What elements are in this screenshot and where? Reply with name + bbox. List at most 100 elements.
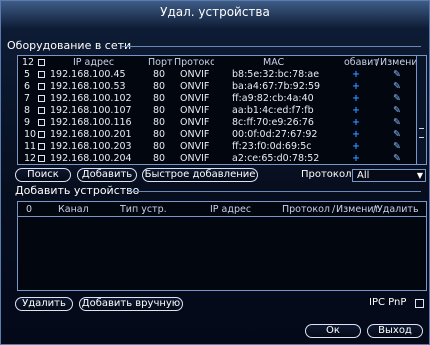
- added-section-label: Добавить устройство: [15, 184, 140, 197]
- row-port: 80: [153, 69, 166, 80]
- plus-icon[interactable]: +: [352, 81, 360, 92]
- table-header: 0 Канал Тип устр. IP адрес Протокол / Из…: [18, 204, 423, 215]
- row-checkbox[interactable]: [38, 155, 45, 162]
- col-port: Порт: [148, 57, 173, 68]
- row-checkbox[interactable]: [38, 95, 45, 102]
- col-ip: IP адрес: [210, 204, 252, 215]
- plus-icon[interactable]: +: [352, 105, 360, 116]
- added-count: 0: [26, 204, 33, 215]
- row-number: 12: [24, 153, 37, 164]
- row-ip: 192.168.100.53: [50, 81, 126, 92]
- pencil-icon[interactable]: ✎: [393, 153, 401, 164]
- row-mac: 8c:ff:70:e9:26:76: [232, 117, 314, 128]
- add-button[interactable]: Добавить: [77, 168, 137, 182]
- row-protocol: ONVIF: [180, 153, 210, 164]
- plus-icon[interactable]: +: [352, 69, 360, 80]
- row-ip: 192.168.100.102: [50, 93, 132, 104]
- device-count: 12: [22, 57, 35, 68]
- row-protocol: ONVIF: [180, 81, 210, 92]
- col-device-type: Тип устр.: [120, 204, 167, 215]
- row-ip: 192.168.100.45: [50, 69, 126, 80]
- ipc-pnp-label: IPC PnP: [369, 297, 407, 308]
- row-checkbox[interactable]: [38, 83, 45, 90]
- row-number: 6: [24, 81, 31, 92]
- select-all-checkbox[interactable]: [38, 59, 45, 66]
- col-ip: IP адрес: [73, 57, 115, 68]
- plus-icon[interactable]: +: [352, 93, 360, 104]
- col-mac: MAC: [263, 57, 285, 68]
- table-scrollbar[interactable]: [416, 56, 426, 164]
- row-number: 7: [24, 93, 31, 104]
- table-row[interactable]: 9 192.168.100.116 80 ONVIF 8c:ff:70:e9:26:76…: [18, 117, 418, 128]
- row-checkbox[interactable]: [38, 131, 45, 138]
- col-channel: Канал: [58, 204, 89, 215]
- scroll-thumb[interactable]: [419, 128, 424, 138]
- manual-add-button[interactable]: Добавить вручную: [79, 297, 183, 311]
- pencil-icon[interactable]: ✎: [393, 129, 401, 140]
- plus-icon[interactable]: +: [352, 117, 360, 128]
- row-checkbox[interactable]: [38, 143, 45, 150]
- divider: [121, 46, 421, 47]
- col-add: обавит: [344, 57, 379, 68]
- table-header: 12 IP адрес Порт Протокол MAC обавит / И…: [18, 57, 423, 68]
- quick-add-button[interactable]: Быстрое добавление: [142, 168, 258, 182]
- network-section-label: Оборудование в сети: [7, 39, 132, 52]
- row-port: 80: [153, 129, 166, 140]
- pencil-icon[interactable]: ✎: [393, 81, 401, 92]
- ipc-pnp-checkbox[interactable]: [415, 299, 424, 308]
- protocol-select-value: All: [357, 170, 370, 181]
- row-checkbox[interactable]: [38, 119, 45, 126]
- row-port: 80: [153, 117, 166, 128]
- pencil-icon[interactable]: ✎: [393, 93, 401, 104]
- table-row[interactable]: 12 192.168.100.204 80 ONVIF a2:ce:65:d0:78:5…: [18, 153, 418, 164]
- row-number: 9: [24, 117, 31, 128]
- ok-button[interactable]: Ок: [305, 324, 361, 338]
- col-protocol: Протокол: [282, 204, 330, 215]
- col-protocol: Протокол: [174, 57, 214, 68]
- window-title: Удал. устройства: [160, 5, 270, 19]
- pencil-icon[interactable]: ✎: [393, 105, 401, 116]
- row-ip: 192.168.100.203: [50, 141, 132, 152]
- pencil-icon[interactable]: ✎: [393, 69, 401, 80]
- divider: [18, 216, 426, 217]
- plus-icon[interactable]: +: [352, 153, 360, 164]
- row-protocol: ONVIF: [180, 141, 210, 152]
- table-row[interactable]: 5 192.168.100.45 80 ONVIF b8:5e:32:bc:78:ae +…: [18, 69, 418, 80]
- col-sep: /: [332, 204, 336, 215]
- network-device-table: 12 IP адрес Порт Протокол MAC обавит / И…: [17, 55, 427, 165]
- row-protocol: ONVIF: [180, 93, 210, 104]
- delete-button[interactable]: Удалить: [15, 297, 73, 311]
- divider: [127, 191, 421, 192]
- row-checkbox[interactable]: [38, 107, 45, 114]
- search-button[interactable]: Поиск: [15, 168, 71, 182]
- protocol-select[interactable]: All ▼: [352, 169, 426, 182]
- table-row[interactable]: 10 192.168.100.201 80 ONVIF 00:0f:0d:27:67:9…: [18, 129, 418, 140]
- row-number: 5: [24, 69, 31, 80]
- col-edit-sep: /: [376, 57, 380, 68]
- row-protocol: ONVIF: [180, 117, 210, 128]
- exit-button[interactable]: Выход: [367, 324, 423, 338]
- chevron-down-icon: ▼: [416, 171, 423, 180]
- row-mac: 00:0f:0d:27:67:92: [232, 129, 318, 140]
- row-mac: ff:23:f0:0d:69:5c: [232, 141, 312, 152]
- table-row[interactable]: 11 192.168.100.203 80 ONVIF ff:23:f0:0d:69:5…: [18, 141, 418, 152]
- row-ip: 192.168.100.201: [50, 129, 132, 140]
- plus-icon[interactable]: +: [352, 141, 360, 152]
- row-mac: ff:a9:82:cb:4a:40: [232, 93, 314, 104]
- table-row[interactable]: 6 192.168.100.53 80 ONVIF ba:a4:67:7b:92:59 +…: [18, 81, 418, 92]
- table-row[interactable]: 7 192.168.100.102 80 ONVIF ff:a9:82:cb:4a:40…: [18, 93, 418, 104]
- row-ip: 192.168.100.116: [50, 117, 132, 128]
- table-row[interactable]: 8 192.168.100.107 80 ONVIF aa:b1:4c:ed:f7:fb…: [18, 105, 418, 116]
- row-mac: ba:a4:67:7b:92:59: [232, 81, 321, 92]
- added-device-table: 0 Канал Тип устр. IP адрес Протокол / Из…: [17, 201, 427, 291]
- pencil-icon[interactable]: ✎: [393, 141, 401, 152]
- row-checkbox[interactable]: [38, 71, 45, 78]
- row-protocol: ONVIF: [180, 129, 210, 140]
- protocol-label: Протокол: [301, 169, 352, 180]
- remote-devices-window: Удал. устройства Оборудование в сети 12 …: [0, 0, 430, 345]
- row-port: 80: [153, 105, 166, 116]
- pencil-icon[interactable]: ✎: [393, 117, 401, 128]
- row-ip: 192.168.100.107: [50, 105, 132, 116]
- plus-icon[interactable]: +: [352, 129, 360, 140]
- row-mac: b8:5e:32:bc:78:ae: [232, 69, 320, 80]
